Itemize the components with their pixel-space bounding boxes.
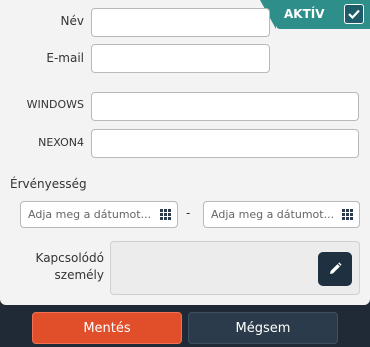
form-panel: AKTÍV Név E-mail WINDOWS NEXON4 Érvényes… — [0, 0, 370, 305]
edit-contact-button[interactable] — [318, 252, 352, 286]
windows-label: WINDOWS — [26, 98, 84, 111]
name-field[interactable] — [91, 8, 270, 37]
email-field[interactable] — [91, 44, 270, 73]
active-checkbox[interactable] — [344, 4, 364, 24]
contact-label-line1: Kapcsolódó — [35, 251, 104, 265]
active-badge: AKTÍV — [260, 0, 370, 29]
nexon-field[interactable] — [91, 129, 359, 158]
save-button[interactable]: Mentés — [32, 312, 182, 344]
name-label: Név — [60, 14, 84, 28]
date-separator: - — [186, 206, 191, 220]
date-to-input[interactable]: Adja meg a dátumot... — [203, 201, 360, 228]
date-to-placeholder: Adja meg a dátumot... — [211, 208, 335, 221]
calendar-icon[interactable] — [160, 209, 171, 220]
calendar-icon[interactable] — [342, 209, 353, 220]
date-from-input[interactable]: Adja meg a dátumot... — [20, 201, 178, 228]
pencil-icon — [330, 262, 342, 274]
contact-person-label: Kapcsolódó személy — [10, 250, 104, 284]
active-label: AKTÍV — [284, 7, 325, 21]
validity-label: Érvényesség — [10, 177, 87, 191]
contact-label-line2: személy — [54, 268, 104, 282]
cancel-button[interactable]: Mégsem — [188, 312, 338, 344]
check-icon — [348, 9, 360, 19]
nexon-label: NEXON4 — [38, 136, 84, 149]
email-label: E-mail — [46, 51, 84, 65]
date-from-placeholder: Adja meg a dátumot... — [28, 208, 152, 221]
windows-field[interactable] — [91, 92, 359, 121]
